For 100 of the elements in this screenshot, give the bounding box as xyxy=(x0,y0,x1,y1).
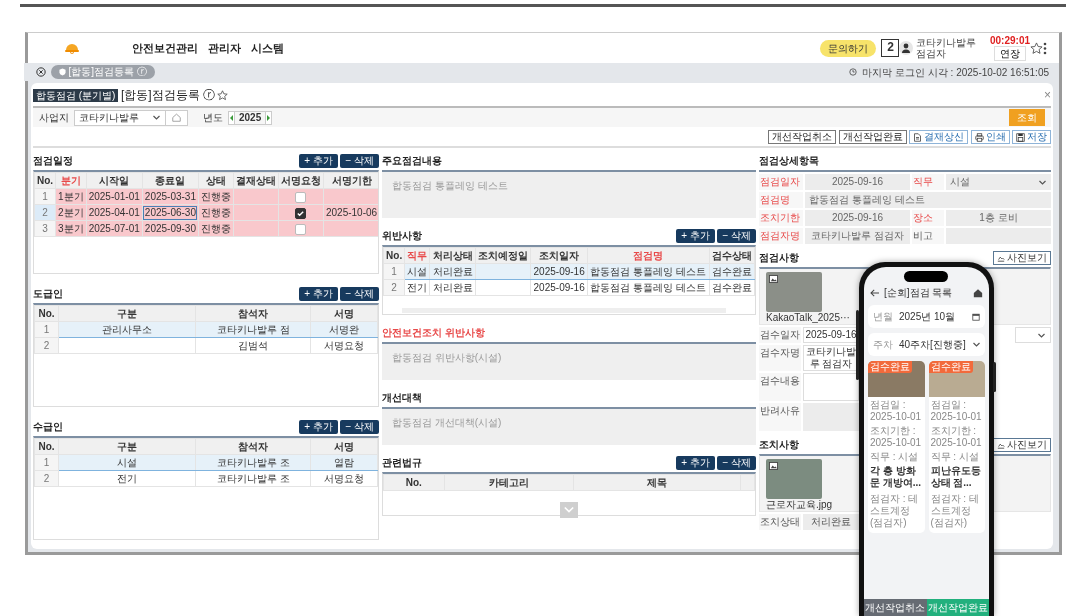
add-button[interactable]: + 추가 xyxy=(299,154,338,168)
text-area[interactable] xyxy=(803,403,859,431)
field-label: 점검자명 xyxy=(759,228,803,244)
gallery-icon xyxy=(769,462,778,470)
field-label: 검수내용 xyxy=(759,373,801,401)
delete-button[interactable]: − 삭제 xyxy=(717,229,756,243)
user-role: 점검자 xyxy=(915,48,947,59)
site-select[interactable]: 코타키나발루 xyxy=(74,109,166,126)
inspection-card[interactable]: 검수완료 점검일 : 2025-10-01 조치기한 : 2025-10-01 직무 : 시설 각 층 방화문 개방여... 점검자 : 테스트계정(점검자) xyxy=(868,361,925,533)
table-cell: 합동점검 통플레잉 테스트 xyxy=(587,279,710,296)
card-inspector: 점검자 : 테스트계정(점검자) xyxy=(929,493,980,529)
calendar-icon xyxy=(972,312,980,321)
field-label: 장소 xyxy=(912,210,944,226)
column-header: No. xyxy=(383,247,405,264)
select-field[interactable]: 시설 xyxy=(946,174,1051,190)
select-field[interactable] xyxy=(1015,327,1051,343)
home-icon[interactable] xyxy=(973,287,983,298)
add-button[interactable]: + 추가 xyxy=(676,456,715,470)
delete-button[interactable]: − 삭제 xyxy=(340,154,379,168)
avatar-icon xyxy=(899,41,914,55)
action-button[interactable]: 개선작업취소 xyxy=(768,130,836,144)
extend-button[interactable]: 연장 xyxy=(994,46,1026,61)
text-field[interactable]: 2025-09-16 xyxy=(805,210,910,226)
chevron-down-icon xyxy=(152,113,161,122)
text-field[interactable]: 2025-09-16 xyxy=(803,327,859,343)
column-header: No. xyxy=(34,438,59,455)
column-header: 분기 xyxy=(55,172,87,189)
section-title: 점검사항 xyxy=(759,251,799,265)
column-header: 상태 xyxy=(198,172,234,189)
chevron-down-icon xyxy=(564,506,574,514)
checkbox[interactable] xyxy=(295,223,307,235)
delete-button[interactable]: − 삭제 xyxy=(340,420,379,434)
photo-view-button[interactable]: 사진보기 xyxy=(993,251,1051,265)
text-field[interactable]: 합동점검 통플레잉 테스트 xyxy=(805,192,1051,208)
table-cell: 2025-09-16 xyxy=(530,279,588,296)
section-title: 개선대책 xyxy=(382,391,422,405)
star-icon[interactable] xyxy=(1030,41,1043,55)
field-label: 비고 xyxy=(912,228,944,244)
nav-menu-item[interactable]: 안전보건관리 xyxy=(132,39,198,57)
card-title: 각 층 방화문 개방여... xyxy=(869,465,923,489)
checkbox[interactable] xyxy=(295,207,307,219)
action-button[interactable]: 개선작업완료 xyxy=(838,130,907,144)
star-icon[interactable] xyxy=(217,89,229,101)
section-title: 관련법규 xyxy=(382,456,422,470)
file-name: 근로자교육.jpg xyxy=(766,499,833,511)
field-label: 점검일자 xyxy=(759,174,803,190)
section-title: 위반사항 xyxy=(382,229,422,243)
column-header: 제목 xyxy=(573,474,741,491)
action-button[interactable]: 결재상신 xyxy=(909,130,968,144)
close-circle-icon[interactable] xyxy=(36,67,46,77)
action-button[interactable]: 저장 xyxy=(1012,130,1051,144)
add-button[interactable]: + 추가 xyxy=(299,420,338,434)
close-button[interactable]: × xyxy=(1044,89,1051,101)
home-icon xyxy=(172,113,181,122)
image-icon xyxy=(997,441,1005,449)
text-field[interactable]: 코타키나발루 점검자 xyxy=(805,228,910,244)
photo-view-button[interactable]: 사진보기 xyxy=(993,438,1051,452)
photo-placeholder[interactable] xyxy=(766,272,822,312)
chevron-down-icon xyxy=(971,340,981,349)
table-cell: 처리완료 xyxy=(430,279,476,296)
text-field[interactable]: 1층 로비 xyxy=(946,210,1051,226)
home-button[interactable] xyxy=(165,109,188,126)
action-button[interactable]: 인쇄 xyxy=(970,130,1010,144)
section-title: 점검일정 xyxy=(33,154,73,168)
scroll-down-button[interactable] xyxy=(560,502,578,518)
inspection-card[interactable]: 검수완료 점검일 : 2025-10-01 조치기한 : 2025-10-01 직무 : 시설 피난유도등 상태 점... 점검자 : 테스트계정(점검자) xyxy=(928,361,985,533)
section-title: 안전보건조치 위반사항 xyxy=(382,326,485,340)
add-button[interactable]: + 추가 xyxy=(299,287,338,301)
table-cell: 서명요청 xyxy=(310,337,378,354)
calendar-badge[interactable]: 2 xyxy=(881,39,900,57)
column-header: No. xyxy=(383,474,445,491)
back-arrow-icon[interactable] xyxy=(870,288,880,297)
phone-action-button[interactable]: 개선작업취소 xyxy=(864,599,927,616)
table-cell: 검수완료 xyxy=(709,279,755,296)
nav-menu-item[interactable]: 시스템 xyxy=(251,39,284,57)
more-menu-icon[interactable] xyxy=(1043,41,1047,55)
add-button[interactable]: + 추가 xyxy=(676,229,715,243)
table-cell: 코타키나발루 조 xyxy=(195,470,311,487)
delete-button[interactable]: − 삭제 xyxy=(340,287,379,301)
week-select[interactable]: 주차 40주차[진행중] xyxy=(868,333,985,356)
month-field[interactable]: 년월 2025년 10월 xyxy=(868,305,985,328)
card-detail: 점검일 : 2025-10-01 xyxy=(869,399,923,423)
file-name: KakaoTalk_2025··· xyxy=(766,312,850,324)
field-label: 검수자명 xyxy=(759,345,801,371)
text-field[interactable]: 코타키나발루 점검자 xyxy=(803,345,859,371)
inquiry-button[interactable]: 문의하기 xyxy=(820,39,877,57)
last-login-text: 마지막 로그인 시각 : 2025-10-02 16:51:05 xyxy=(862,65,1049,80)
checkbox[interactable] xyxy=(295,191,307,203)
text-field[interactable]: 처리완료 xyxy=(803,514,859,530)
nav-menu-item[interactable]: 관리자 xyxy=(208,39,241,57)
section-title: 도급인 xyxy=(33,287,63,301)
card-detail: 직무 : 시설 xyxy=(929,451,980,463)
screen-title: [순회]점검 목록 xyxy=(884,286,954,300)
photo-placeholder[interactable] xyxy=(766,459,822,499)
text-area[interactable] xyxy=(803,373,859,401)
column-header: 서명 xyxy=(310,305,378,322)
delete-button[interactable]: − 삭제 xyxy=(717,456,756,470)
section-title: 점검상세항목 xyxy=(759,154,819,168)
field-label: 점검명 xyxy=(759,192,803,208)
text-field[interactable]: 2025-09-16 xyxy=(805,174,910,190)
